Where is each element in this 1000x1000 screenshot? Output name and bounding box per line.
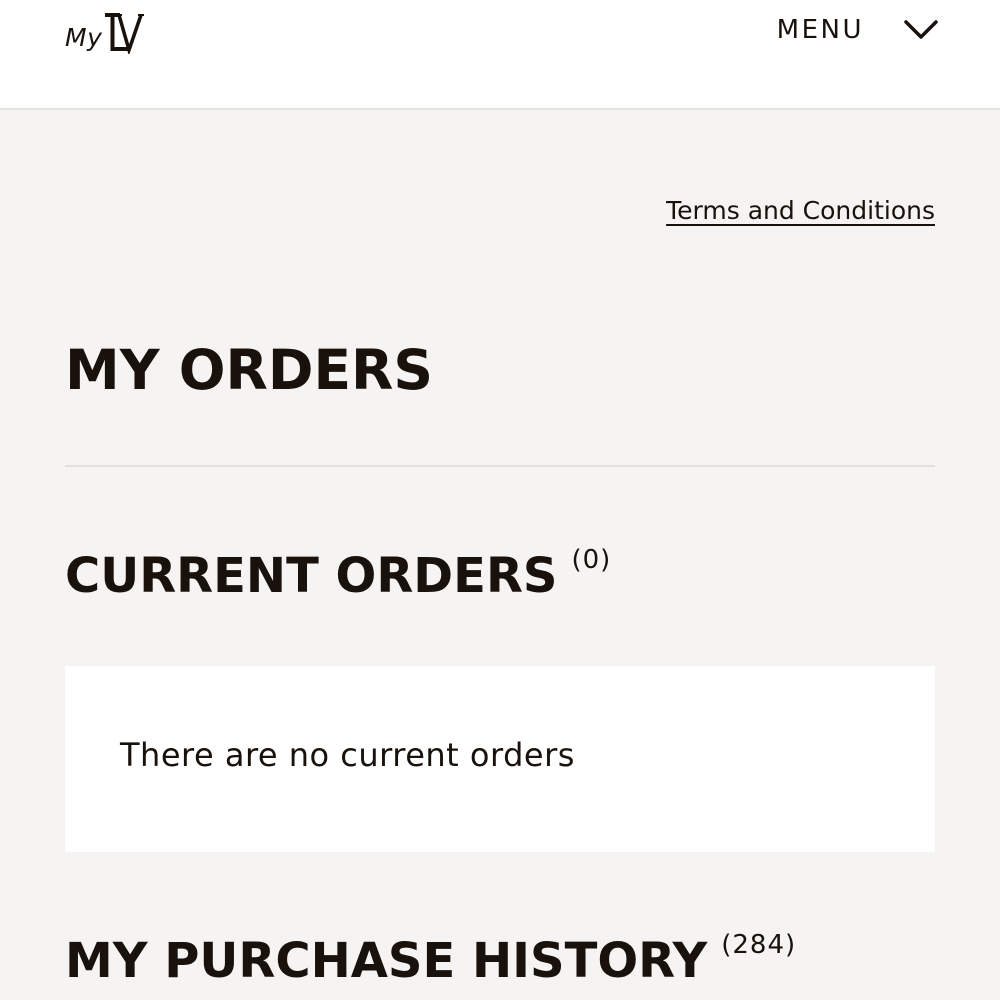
my-lv-logo[interactable]: My [65, 8, 145, 54]
lv-monogram-icon [105, 13, 145, 54]
purchase-history-count: (284) [721, 930, 797, 960]
current-orders-empty-card: There are no current orders [65, 666, 935, 852]
app-header: My MENU [0, 0, 1000, 110]
menu-button[interactable]: MENU [777, 12, 938, 48]
purchase-history-heading[interactable]: MY PURCHASE HISTORY (284) [65, 931, 796, 989]
current-orders-title: CURRENT ORDERS [65, 548, 558, 604]
page-title: MY ORDERS [65, 338, 434, 402]
purchase-history-title: MY PURCHASE HISTORY [65, 933, 708, 989]
current-orders-heading: CURRENT ORDERS (0) [65, 546, 611, 604]
logo-my-text: My [65, 23, 103, 52]
divider [65, 465, 935, 467]
menu-label: MENU [776, 15, 864, 45]
terms-and-conditions-link[interactable]: Terms and Conditions [666, 196, 935, 226]
no-current-orders-message: There are no current orders [120, 736, 575, 774]
chevron-down-icon [904, 20, 938, 39]
current-orders-count: (0) [571, 545, 612, 575]
